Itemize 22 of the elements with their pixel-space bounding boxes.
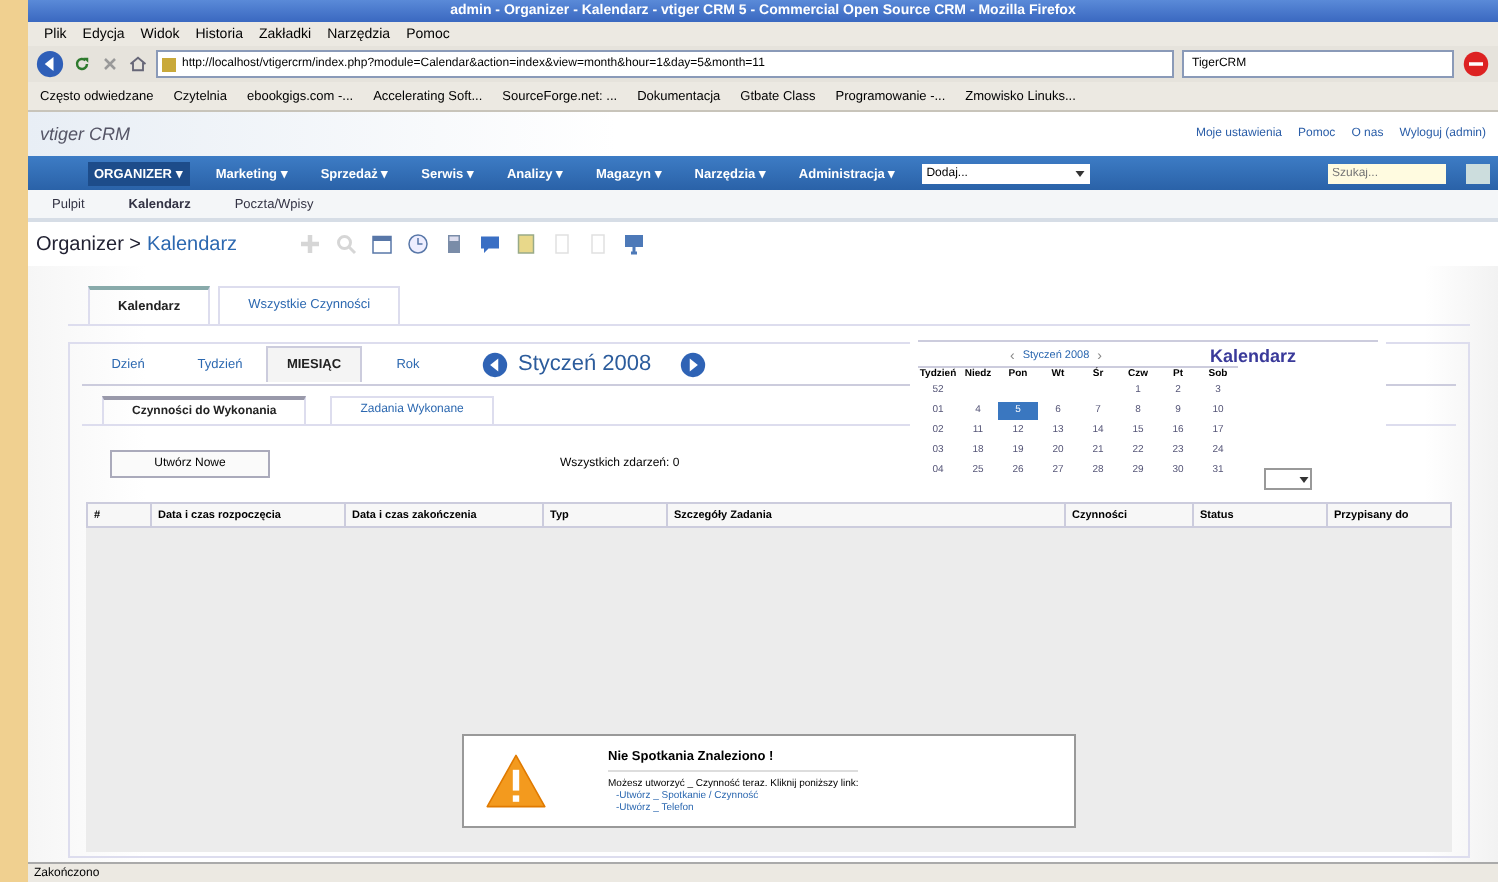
warning-icon	[484, 752, 548, 810]
reload-icon[interactable]	[72, 54, 92, 74]
next-icon[interactable]	[679, 351, 706, 377]
back-icon[interactable]	[36, 50, 64, 78]
previous-icon[interactable]	[482, 351, 508, 377]
calendar-heading: Kalendarz	[1210, 346, 1297, 366]
breadcrumb-module[interactable]: Organizer >	[36, 233, 142, 255]
dropdown-arrow-icon	[1298, 473, 1310, 485]
close-icon[interactable]	[100, 54, 120, 74]
monitor-icon[interactable]	[621, 232, 646, 256]
breadcrumb-page[interactable]: Kalendarz	[147, 233, 238, 255]
period-label: Styczeń 2008	[518, 352, 652, 376]
notes-icon[interactable]	[513, 232, 538, 256]
dropdown-arrow-icon	[1074, 167, 1087, 179]
dropdown-field[interactable]	[1264, 468, 1312, 490]
home-icon[interactable]	[128, 54, 148, 74]
chat-icon[interactable]	[477, 232, 502, 256]
search-button[interactable]	[1466, 163, 1490, 183]
logo: vtiger CRM	[40, 124, 131, 144]
calendar-icon[interactable]	[369, 232, 394, 256]
clock-icon[interactable]	[405, 232, 430, 256]
stop-icon[interactable]	[1462, 50, 1490, 78]
